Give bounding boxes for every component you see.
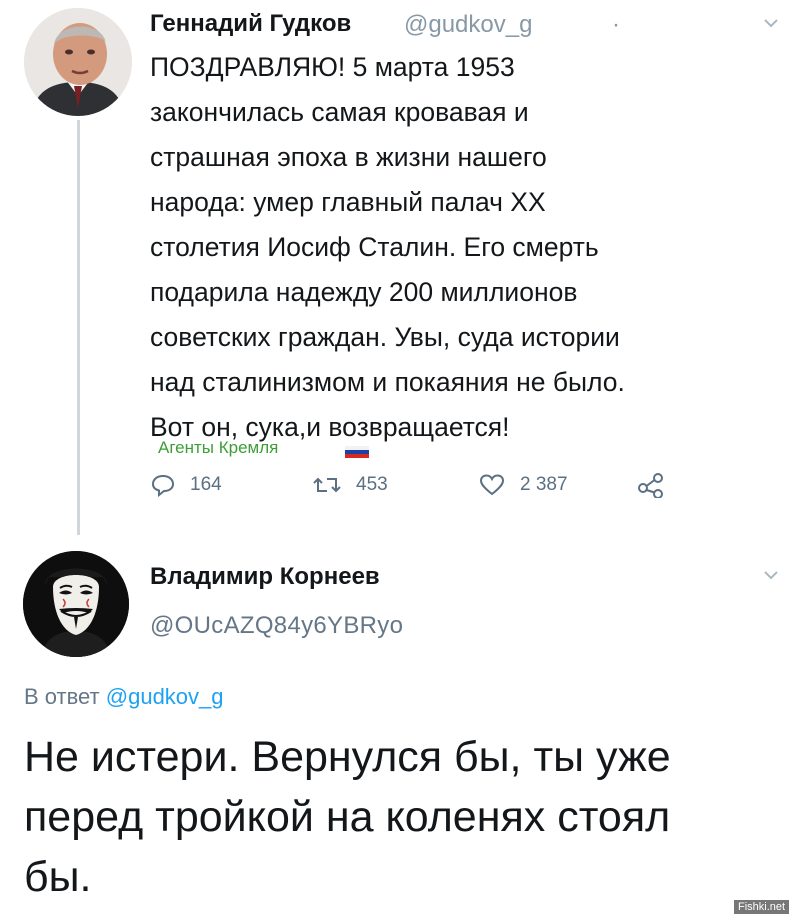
retweet-icon (313, 477, 341, 493)
reply-author-avatar[interactable] (23, 551, 129, 657)
reply-count: 164 (190, 474, 222, 495)
reply-line: бы. (24, 853, 92, 901)
tweet-line: столетия Иосиф Сталин. Его смерть (150, 232, 599, 262)
reply-context: В ответ @gudkov_g (24, 684, 224, 710)
site-watermark: Fishki.net (734, 900, 790, 914)
retweet-count: 453 (356, 474, 388, 495)
tweet-line: советских граждан. Увы, суда истории (150, 322, 620, 352)
guy-fawkes-mask-avatar (23, 551, 129, 657)
like-icon (479, 474, 505, 496)
reply-prefix: В ответ (24, 684, 100, 709)
avatar-photo (24, 8, 132, 116)
reply-author-handle[interactable]: @OUcAZQ84y6YBRyo (150, 612, 403, 640)
reply-text: Не истери. Вернулся бы, ты уже перед тро… (24, 727, 794, 907)
like-count: 2 387 (520, 474, 568, 495)
reply-to-handle-link[interactable]: @gudkov_g (106, 684, 224, 709)
share-button[interactable] (636, 470, 680, 500)
chevron-down-icon[interactable] (762, 566, 780, 584)
retweet-button[interactable]: 453 (312, 470, 388, 500)
reply-line: Не истери. Вернулся бы, ты уже (24, 733, 671, 781)
thread-line (77, 120, 80, 535)
tweet-line: ПОЗДРАВЛЯЮ! 5 марта 1953 (150, 52, 515, 82)
tweet-text: ПОЗДРАВЛЯЮ! 5 марта 1953 закончилась сам… (150, 45, 790, 450)
author-avatar[interactable] (24, 8, 132, 116)
reply-button[interactable]: 164 (150, 470, 222, 500)
reply-line: перед тройкой на коленях стоял (24, 793, 671, 841)
reply-icon (151, 474, 175, 497)
tweet-line: подарила надежду 200 миллионов (150, 277, 578, 307)
tweet-line: народа: умер главный палач XX (150, 187, 546, 217)
tweet-line: закончилась самая кровавая и (150, 97, 529, 127)
separator-dot: · (612, 11, 620, 38)
tweet-line: над сталинизмом и покаяния не было. (150, 367, 625, 397)
reply-author-name[interactable]: Владимир Корнеев (150, 563, 380, 591)
like-button[interactable]: 2 387 (478, 470, 568, 500)
author-handle[interactable]: @gudkov_g (404, 11, 532, 39)
chevron-down-icon[interactable] (762, 14, 780, 32)
author-name[interactable]: Геннадий Гудков (150, 10, 351, 38)
tweet-line: страшная эпоха в жизни нашего (150, 142, 547, 172)
share-icon (638, 473, 663, 498)
russian-flag-icon (345, 446, 369, 458)
watermark-text: Агенты Кремля (158, 438, 279, 457)
